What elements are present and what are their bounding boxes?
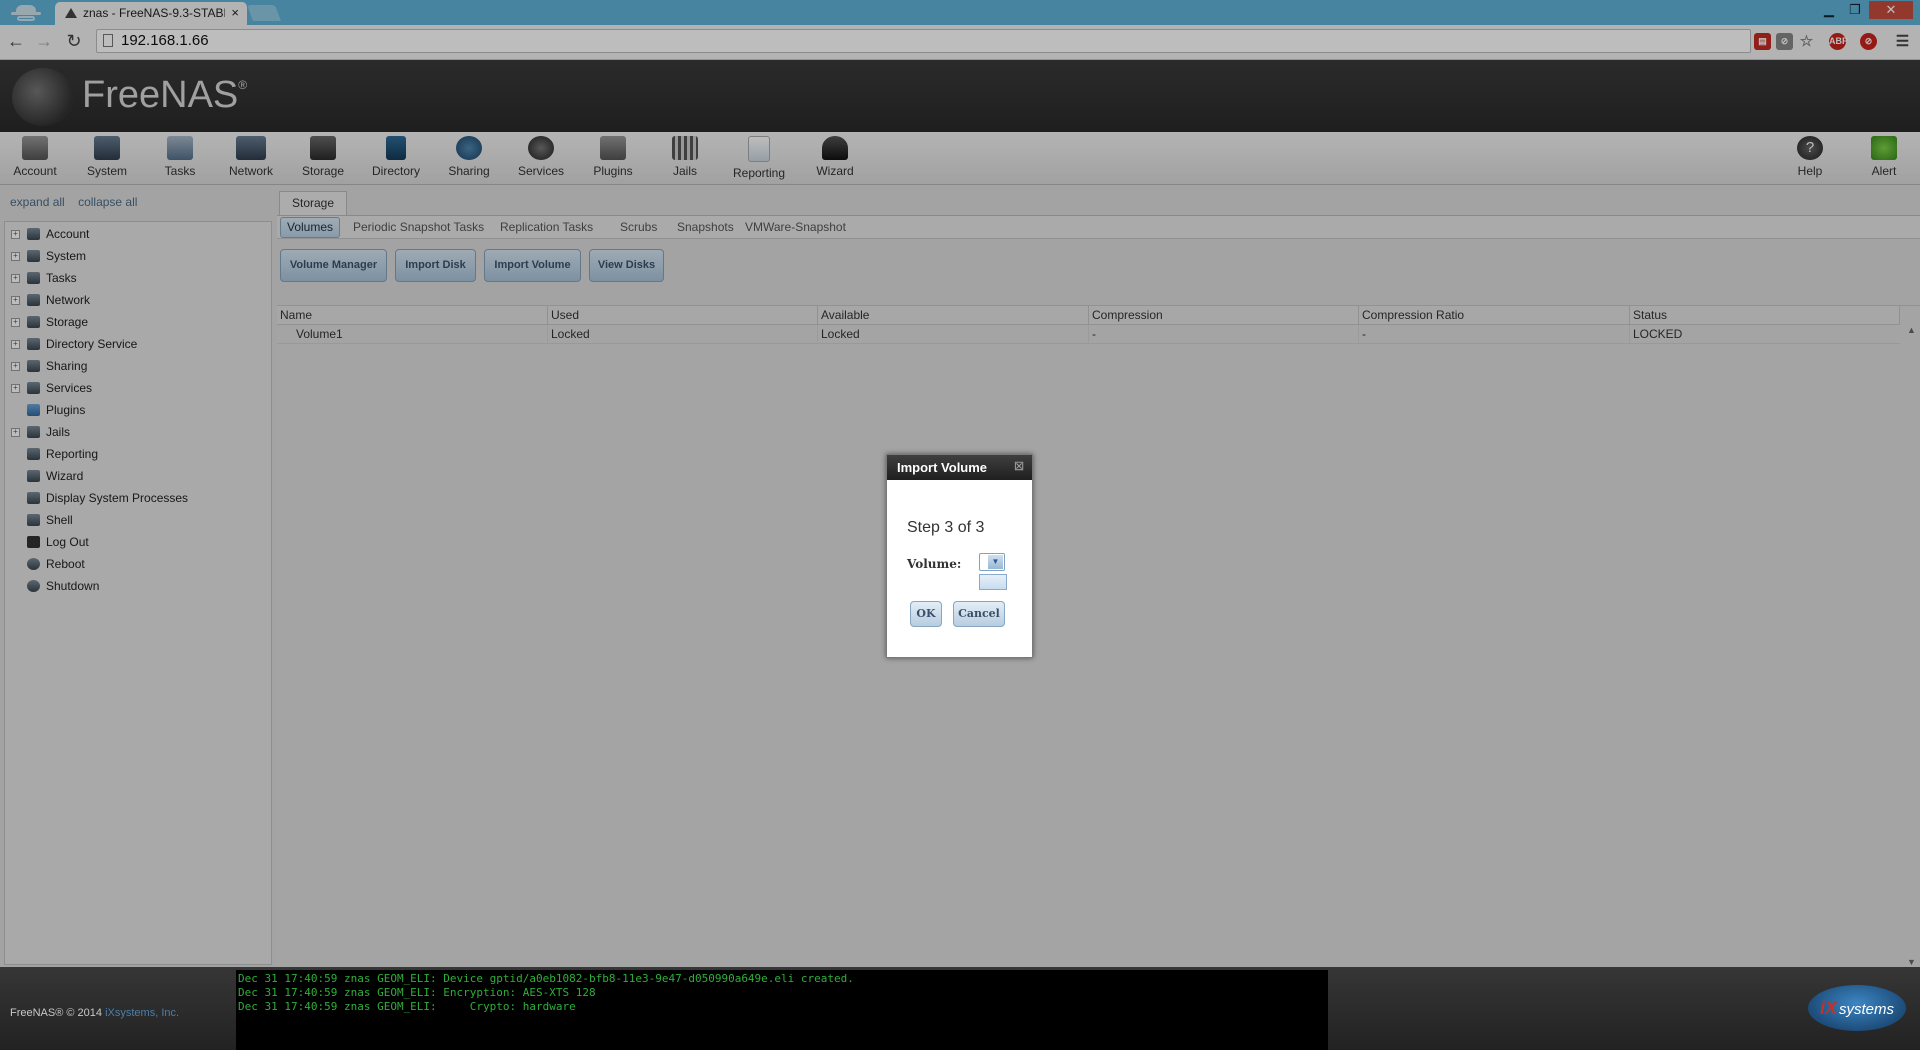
- ok-button[interactable]: OK: [910, 601, 942, 627]
- dialog-title-bar: Import Volume ☒: [887, 455, 1032, 480]
- ixsystems-logo[interactable]: iX systems: [1808, 985, 1906, 1031]
- chevron-down-icon[interactable]: ▼: [988, 555, 1003, 569]
- footer: FreeNAS® © 2014 iXsystems, Inc. Dec 31 1…: [0, 967, 1920, 1050]
- console-line: Dec 31 17:40:59 znas GEOM_ELI: Device gp…: [238, 972, 854, 985]
- dialog-close-icon[interactable]: ☒: [1014, 455, 1024, 480]
- copyright-text: FreeNAS® © 2014 iXsystems, Inc.: [10, 1007, 180, 1019]
- volume-label: Volume:: [907, 557, 962, 571]
- import-volume-dialog: Import Volume ☒ Step 3 of 3 Volume: ▼ OK…: [886, 454, 1033, 658]
- console-log: Dec 31 17:40:59 znas GEOM_ELI: Device gp…: [236, 970, 1328, 1050]
- dialog-title: Import Volume: [897, 460, 988, 475]
- console-line: Dec 31 17:40:59 znas GEOM_ELI: Crypto: h…: [238, 1000, 576, 1013]
- volume-dropdown-list[interactable]: [979, 574, 1007, 590]
- cancel-button[interactable]: Cancel: [953, 601, 1005, 627]
- ixsystems-link[interactable]: iXsystems, Inc.: [105, 1007, 179, 1019]
- volume-select[interactable]: ▼: [979, 553, 1005, 571]
- console-line: Dec 31 17:40:59 znas GEOM_ELI: Encryptio…: [238, 986, 596, 999]
- dialog-step-text: Step 3 of 3: [907, 519, 985, 536]
